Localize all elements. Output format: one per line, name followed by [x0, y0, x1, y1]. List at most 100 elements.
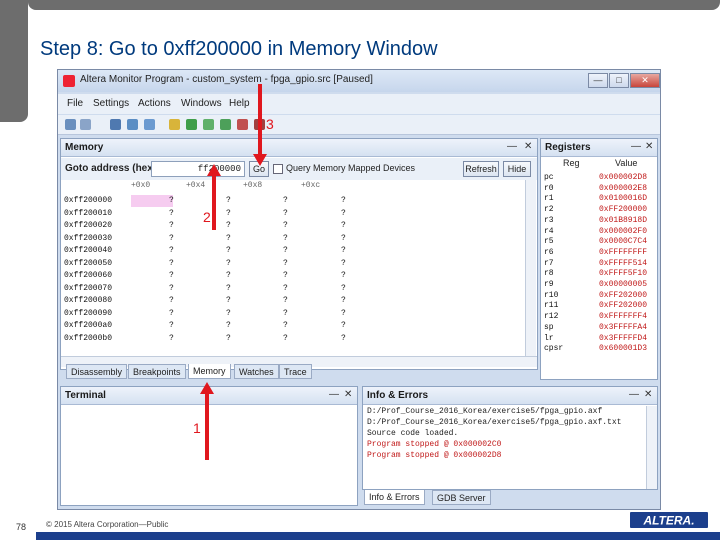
register-row[interactable]: pc 0x000002D8 [541, 173, 659, 184]
minimize-panel-icon[interactable]: — [629, 389, 639, 400]
compile-load-icon[interactable] [169, 119, 180, 130]
menu-file[interactable]: File [67, 98, 83, 109]
tab-breakpoints[interactable]: Breakpoints [128, 364, 186, 379]
register-value[interactable]: 0xFF202000 [599, 291, 647, 300]
register-value[interactable]: 0x3FFFFFD4 [599, 334, 647, 343]
register-value[interactable]: 0xFFFFFFFF [599, 248, 647, 257]
memory-cell[interactable]: ? [169, 271, 174, 280]
memory-row[interactable]: 0xff200080 ? ? ? ? [61, 295, 525, 308]
tab-trace[interactable]: Trace [279, 364, 312, 379]
new-project-icon[interactable] [65, 119, 76, 130]
register-row[interactable]: r1 0x0100016D [541, 194, 659, 205]
memory-cell[interactable]: ? [283, 196, 288, 205]
memory-cell[interactable]: ? [169, 284, 174, 293]
close-panel-icon[interactable]: ✕ [644, 389, 652, 400]
memory-cell[interactable]: ? [169, 334, 174, 343]
memory-cell[interactable]: ? [226, 284, 231, 293]
register-row[interactable]: r3 0x01B8918D [541, 216, 659, 227]
memory-cell[interactable]: ? [283, 284, 288, 293]
pause-icon[interactable] [203, 119, 214, 130]
memory-row[interactable]: 0xff200000 ? ? ? ? [61, 195, 525, 208]
memory-cell[interactable]: ? [283, 309, 288, 318]
memory-cell[interactable]: ? [169, 246, 174, 255]
memory-row[interactable]: 0xff2000a0 ? ? ? ? [61, 320, 525, 333]
memory-cell[interactable]: ? [169, 259, 174, 268]
memory-cell[interactable]: ? [283, 271, 288, 280]
memory-cell[interactable]: ? [283, 246, 288, 255]
register-value[interactable]: 0xFFFF5F10 [599, 269, 647, 278]
memory-cell[interactable]: ? [226, 296, 231, 305]
memory-cell[interactable]: ? [169, 296, 174, 305]
minimize-panel-icon[interactable]: — [507, 141, 517, 152]
memory-row[interactable]: 0xff200060 ? ? ? ? [61, 270, 525, 283]
memory-cell[interactable]: ? [283, 334, 288, 343]
register-row[interactable]: r9 0x00000005 [541, 280, 659, 291]
memory-row[interactable]: 0xff200050 ? ? ? ? [61, 258, 525, 271]
memory-cell[interactable]: ? [341, 234, 346, 243]
register-row[interactable]: r4 0x000002F0 [541, 227, 659, 238]
hide-button[interactable]: Hide [503, 161, 531, 177]
memory-cell[interactable]: ? [226, 309, 231, 318]
register-row[interactable]: r5 0x0000C7C4 [541, 237, 659, 248]
register-value[interactable]: 0x0100016D [599, 194, 647, 203]
memory-row[interactable]: 0xff200020 ? ? ? ? [61, 220, 525, 233]
memory-cell[interactable]: ? [169, 221, 174, 230]
memory-cell[interactable]: ? [169, 321, 174, 330]
memory-cell[interactable]: ? [283, 221, 288, 230]
memory-row[interactable]: 0xff200040 ? ? ? ? [61, 245, 525, 258]
close-button[interactable]: ✕ [630, 73, 660, 88]
memory-cell[interactable]: ? [341, 221, 346, 230]
register-value[interactable]: 0x0000C7C4 [599, 237, 647, 246]
memory-cell[interactable]: ? [341, 196, 346, 205]
register-value[interactable]: 0x600001D3 [599, 344, 647, 353]
register-value[interactable]: 0xFF202000 [599, 301, 647, 310]
step-icon[interactable] [220, 119, 231, 130]
close-panel-icon[interactable]: ✕ [645, 141, 653, 152]
register-value[interactable]: 0x01B8918D [599, 216, 647, 225]
memory-cell[interactable]: ? [226, 221, 231, 230]
menu-windows[interactable]: Windows [181, 98, 222, 109]
memory-cell[interactable]: ? [226, 271, 231, 280]
tab-disassembly[interactable]: Disassembly [66, 364, 128, 379]
memory-row[interactable]: 0xff200030 ? ? ? ? [61, 233, 525, 246]
goto-address-input[interactable]: ff200000 [151, 161, 245, 177]
register-row[interactable]: r8 0xFFFF5F10 [541, 269, 659, 280]
memory-cell[interactable]: ? [226, 209, 231, 218]
memory-cell[interactable]: ? [226, 234, 231, 243]
menu-actions[interactable]: Actions [138, 98, 171, 109]
memory-cell[interactable]: ? [283, 209, 288, 218]
memory-cell[interactable]: ? [226, 334, 231, 343]
register-row[interactable]: r2 0xFF200000 [541, 205, 659, 216]
register-value[interactable]: 0xFFFFFFF4 [599, 312, 647, 321]
memory-row[interactable]: 0xff200010 ? ? ? ? [61, 208, 525, 221]
register-value[interactable]: 0x3FFFFFA4 [599, 323, 647, 332]
memory-cell[interactable]: ? [341, 321, 346, 330]
minimize-panel-icon[interactable]: — [631, 141, 641, 152]
minimize-panel-icon[interactable]: — [329, 389, 339, 400]
register-row[interactable]: r12 0xFFFFFFF4 [541, 312, 659, 323]
memory-cell[interactable]: ? [226, 196, 231, 205]
refresh-button[interactable]: Refresh [463, 161, 499, 177]
minimize-button[interactable]: — [588, 73, 608, 88]
memory-cell[interactable]: ? [341, 334, 346, 343]
register-row[interactable]: lr 0x3FFFFFD4 [541, 334, 659, 345]
register-row[interactable]: sp 0x3FFFFFA4 [541, 323, 659, 334]
register-value[interactable]: 0x000002D8 [599, 173, 647, 182]
memory-cell[interactable]: ? [226, 246, 231, 255]
continue-icon[interactable] [186, 119, 197, 130]
compile-icon[interactable] [127, 119, 138, 130]
register-value[interactable]: 0x000002F0 [599, 227, 647, 236]
info-vertical-scrollbar[interactable] [646, 406, 657, 489]
register-row[interactable]: r7 0xFFFFF514 [541, 259, 659, 270]
register-row[interactable]: r0 0x000002E8 [541, 184, 659, 195]
open-project-icon[interactable] [80, 119, 91, 130]
memory-cell[interactable]: ? [283, 321, 288, 330]
register-row[interactable]: r10 0xFF202000 [541, 291, 659, 302]
save-icon[interactable] [110, 119, 121, 130]
restart-icon[interactable] [237, 119, 248, 130]
memory-cell[interactable]: ? [341, 309, 346, 318]
register-value[interactable]: 0x00000005 [599, 280, 647, 289]
register-value[interactable]: 0x000002E8 [599, 184, 647, 193]
memory-cell[interactable]: ? [226, 259, 231, 268]
memory-cell[interactable]: ? [283, 259, 288, 268]
